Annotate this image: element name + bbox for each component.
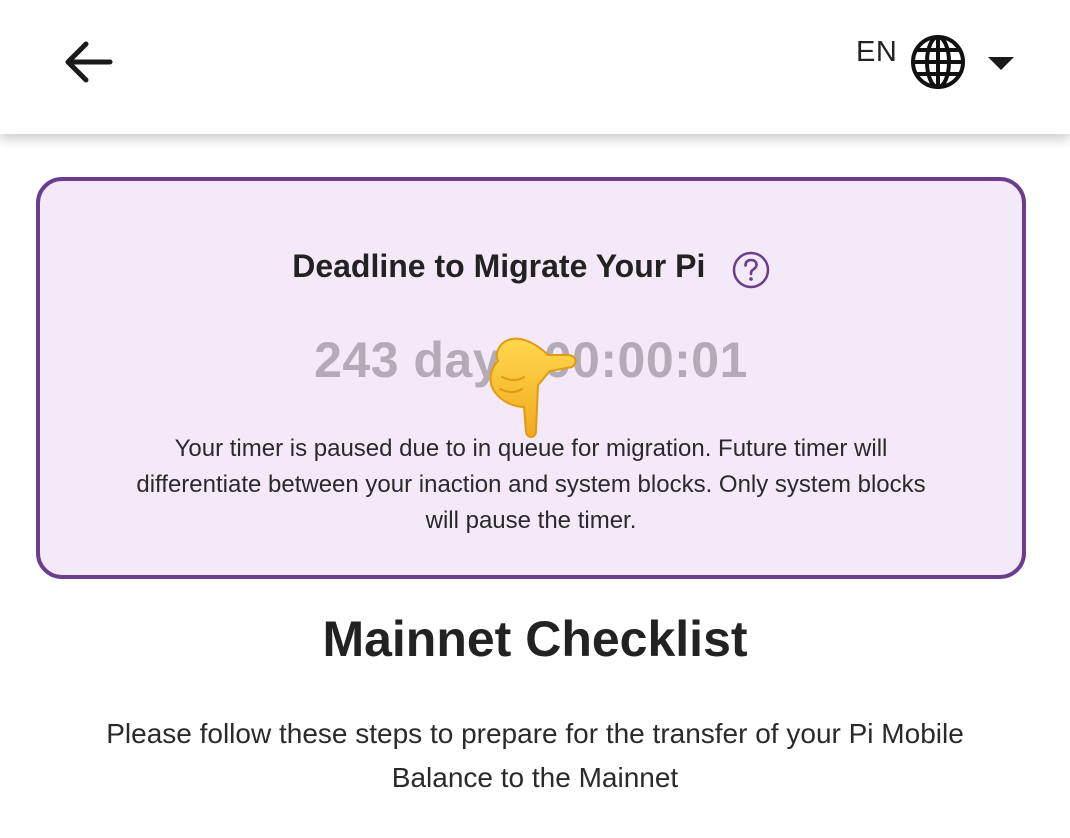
back-button[interactable] — [62, 38, 114, 86]
checklist-title: Mainnet Checklist — [322, 611, 748, 667]
language-code: EN — [856, 36, 898, 68]
pointing-hand-emoji-icon — [489, 337, 577, 438]
deadline-title-row: Deadline to Migrate Your Pi — [40, 243, 1022, 289]
checklist-description: Please follow these steps to prepare for… — [106, 718, 964, 793]
language-selector[interactable]: EN — [850, 30, 1020, 94]
question-circle-icon[interactable] — [732, 251, 770, 289]
timer-paused-note: Your timer is paused due to in queue for… — [136, 435, 926, 534]
globe-icon — [911, 35, 965, 89]
app-header: EN — [0, 0, 1070, 134]
deadline-title: Deadline to Migrate Your Pi — [292, 247, 706, 284]
page: EN Deadline to Migrate Your Pi 243 days … — [0, 0, 1070, 838]
deadline-card: Deadline to Migrate Your Pi 243 days 00:… — [36, 177, 1026, 579]
chevron-down-icon — [988, 57, 1014, 70]
arrow-left-icon — [65, 41, 113, 83]
